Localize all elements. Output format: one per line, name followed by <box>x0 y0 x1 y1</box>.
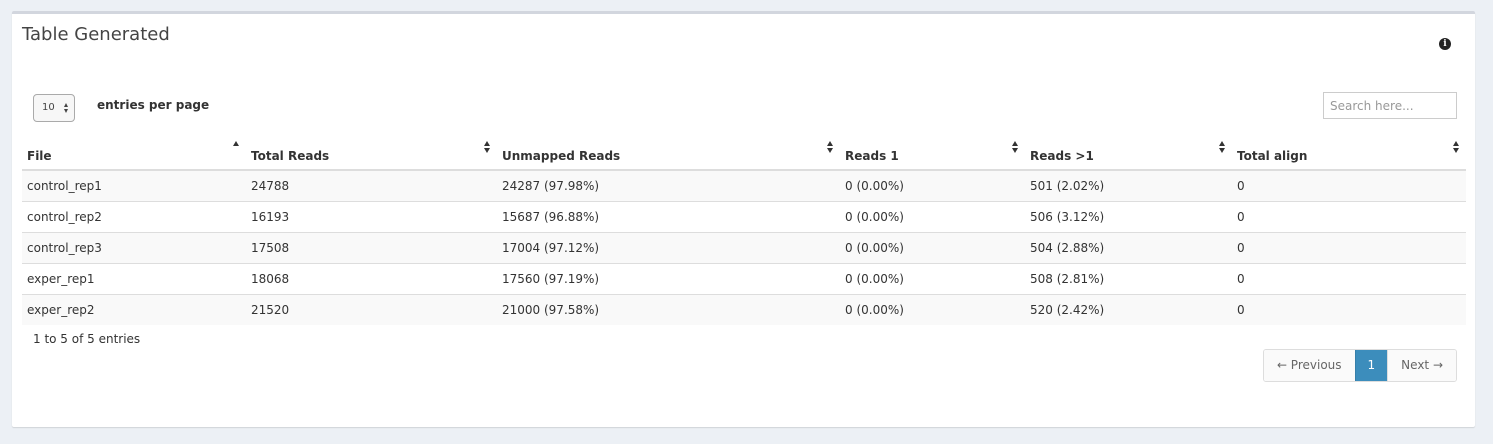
cell-file: exper_rep1 <box>22 263 246 295</box>
cell-total-reads: 17508 <box>246 232 497 264</box>
cell-total-align: 0 <box>1232 201 1466 233</box>
cell-total-reads: 16193 <box>246 201 497 233</box>
cell-reads-1: 0 (0.00%) <box>840 263 1025 295</box>
select-arrows-icon <box>64 103 69 113</box>
results-table: File Total Reads Unmapped Reads Reads 1 … <box>22 137 1466 325</box>
table-row: control_rep2 16193 15687 (96.88%) 0 (0.0… <box>22 201 1466 233</box>
cell-total-align: 0 <box>1232 294 1466 325</box>
previous-page-button[interactable]: ← Previous <box>1263 350 1355 381</box>
sort-icon <box>1219 141 1226 153</box>
cell-reads-1: 0 (0.00%) <box>840 232 1025 264</box>
cell-reads-1: 0 (0.00%) <box>840 294 1025 325</box>
cell-unmapped-reads: 21000 (97.58%) <box>497 294 840 325</box>
cell-total-reads: 21520 <box>246 294 497 325</box>
sort-icon <box>1453 141 1460 153</box>
cell-reads-gt1: 506 (3.12%) <box>1025 201 1232 233</box>
column-header-total-reads[interactable]: Total Reads <box>246 137 497 171</box>
column-header-reads-gt1[interactable]: Reads >1 <box>1025 137 1232 171</box>
page-1-button[interactable]: 1 <box>1354 350 1388 381</box>
cell-reads-gt1: 520 (2.42%) <box>1025 294 1232 325</box>
cell-file: control_rep2 <box>22 201 246 233</box>
pagination: ← Previous 1 Next → <box>1262 349 1457 382</box>
entries-per-page-value: 10 <box>42 102 55 113</box>
cell-file: control_rep1 <box>22 169 246 202</box>
search-input[interactable] <box>1323 92 1457 119</box>
cell-total-align: 0 <box>1232 263 1466 295</box>
cell-unmapped-reads: 15687 (96.88%) <box>497 201 840 233</box>
table-header-row: File Total Reads Unmapped Reads Reads 1 … <box>22 137 1466 171</box>
sort-asc-icon <box>233 141 240 153</box>
cell-reads-1: 0 (0.00%) <box>840 169 1025 202</box>
entries-per-page-select[interactable]: 10 <box>33 94 75 122</box>
cell-reads-gt1: 504 (2.88%) <box>1025 232 1232 264</box>
column-header-total-align[interactable]: Total align <box>1232 137 1466 171</box>
cell-total-align: 0 <box>1232 232 1466 264</box>
table-row: exper_rep2 21520 21000 (97.58%) 0 (0.00%… <box>22 294 1466 325</box>
table-row: exper_rep1 18068 17560 (97.19%) 0 (0.00%… <box>22 263 1466 295</box>
cell-unmapped-reads: 24287 (97.98%) <box>497 169 840 202</box>
cell-reads-gt1: 501 (2.02%) <box>1025 169 1232 202</box>
cell-total-reads: 24788 <box>246 169 497 202</box>
cell-unmapped-reads: 17560 (97.19%) <box>497 263 840 295</box>
column-header-file[interactable]: File <box>22 137 246 171</box>
sort-icon <box>827 141 834 153</box>
sort-icon <box>1012 141 1019 153</box>
cell-file: exper_rep2 <box>22 294 246 325</box>
table-info: 1 to 5 of 5 entries <box>33 332 141 346</box>
column-header-unmapped-reads[interactable]: Unmapped Reads <box>497 137 840 171</box>
cell-unmapped-reads: 17004 (97.12%) <box>497 232 840 264</box>
table-box: Table Generated i 10 entries per page Fi… <box>12 11 1475 427</box>
cell-file: control_rep3 <box>22 232 246 264</box>
table-row: control_rep3 17508 17004 (97.12%) 0 (0.0… <box>22 232 1466 264</box>
box-title: Table Generated <box>22 24 170 45</box>
info-icon[interactable]: i <box>1439 38 1451 50</box>
column-header-reads-1[interactable]: Reads 1 <box>840 137 1025 171</box>
cell-total-align: 0 <box>1232 169 1466 202</box>
cell-reads-1: 0 (0.00%) <box>840 201 1025 233</box>
sort-icon <box>484 141 491 153</box>
cell-total-reads: 18068 <box>246 263 497 295</box>
table-row: control_rep1 24788 24287 (97.98%) 0 (0.0… <box>22 169 1466 202</box>
next-page-button[interactable]: Next → <box>1387 350 1456 381</box>
entries-per-page-label: entries per page <box>97 98 210 112</box>
cell-reads-gt1: 508 (2.81%) <box>1025 263 1232 295</box>
